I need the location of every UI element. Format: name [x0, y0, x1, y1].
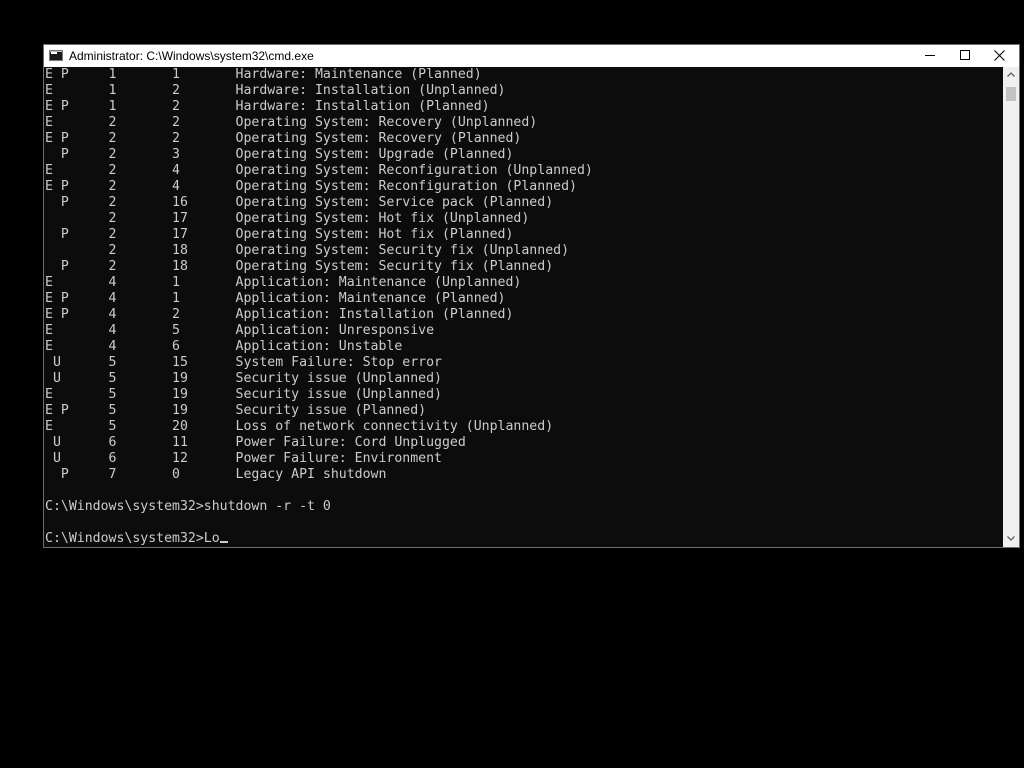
chevron-up-icon	[1007, 72, 1015, 77]
console-line: E 4 1 Application: Maintenance (Unplanne…	[45, 275, 522, 290]
console-line: E 2 2 Operating System: Recovery (Unplan…	[45, 115, 538, 130]
vertical-scrollbar[interactable]	[1003, 67, 1019, 547]
minimize-icon	[925, 55, 935, 56]
scroll-thumb[interactable]	[1006, 87, 1016, 101]
console-line: E 5 20 Loss of network connectivity (Unp…	[45, 419, 554, 434]
console-line: E P 2 4 Operating System: Reconfiguratio…	[45, 179, 577, 194]
prompt-line[interactable]: C:\Windows\system32>Lo	[45, 531, 1003, 547]
console-line: P 2 18 Operating System: Security fix (P…	[45, 259, 554, 274]
console-line: E 5 19 Security issue (Unplanned)	[45, 387, 442, 402]
close-button[interactable]	[981, 45, 1019, 67]
console-line: P 2 3 Operating System: Upgrade (Planned…	[45, 147, 514, 162]
cmd-icon	[49, 50, 63, 61]
window-title: Administrator: C:\Windows\system32\cmd.e…	[69, 49, 314, 63]
console-line: E P 4 1 Application: Maintenance (Planne…	[45, 291, 506, 306]
console-text: E P 1 1 Hardware: Maintenance (Planned) E…	[44, 67, 1003, 547]
text-cursor	[219, 541, 228, 543]
command-prompt: C:\Windows\system32>	[45, 531, 204, 546]
console-line: E P 5 19 Security issue (Planned)	[45, 403, 427, 418]
console-line: E 4 6 Application: Unstable	[45, 339, 403, 354]
console-line: 2 17 Operating System: Hot fix (Unplanne…	[45, 211, 530, 226]
chevron-down-icon	[1007, 536, 1015, 541]
console-line: E P 4 2 Application: Installation (Plann…	[45, 307, 514, 322]
console-line: E 1 2 Hardware: Installation (Unplanned)	[45, 83, 506, 98]
scroll-up-button[interactable]	[1003, 67, 1019, 83]
console-line: U 5 15 System Failure: Stop error	[45, 355, 442, 370]
title-bar[interactable]: Administrator: C:\Windows\system32\cmd.e…	[44, 45, 1019, 67]
console-line: E P 1 1 Hardware: Maintenance (Planned)	[45, 67, 482, 82]
console-line: P 2 16 Operating System: Service pack (P…	[45, 195, 554, 210]
console-line: C:\Windows\system32>shutdown -r -t 0	[45, 499, 331, 514]
cmd-window[interactable]: Administrator: C:\Windows\system32\cmd.e…	[43, 44, 1020, 548]
command-input[interactable]: Lo	[204, 531, 220, 546]
console-line: 2 18 Operating System: Security fix (Unp…	[45, 243, 570, 258]
console-line: E 2 4 Operating System: Reconfiguration …	[45, 163, 593, 178]
console-line: P 7 0 Legacy API shutdown	[45, 467, 387, 482]
console-line: P 2 17 Operating System: Hot fix (Planne…	[45, 227, 514, 242]
minimize-button[interactable]	[911, 45, 949, 67]
console-line: E 4 5 Application: Unresponsive	[45, 323, 435, 338]
maximize-icon	[960, 50, 970, 60]
console-line: U 6 11 Power Failure: Cord Unplugged	[45, 435, 466, 450]
console-line: E P 1 2 Hardware: Installation (Planned)	[45, 99, 490, 114]
close-icon	[994, 50, 1005, 61]
console-line: U 5 19 Security issue (Unplanned)	[45, 371, 442, 386]
console-line: E P 2 2 Operating System: Recovery (Plan…	[45, 131, 522, 146]
console-output[interactable]: E P 1 1 Hardware: Maintenance (Planned) E…	[44, 67, 1003, 547]
maximize-button[interactable]	[946, 45, 984, 67]
scroll-down-button[interactable]	[1003, 531, 1019, 547]
console-line: U 6 12 Power Failure: Environment	[45, 451, 442, 466]
